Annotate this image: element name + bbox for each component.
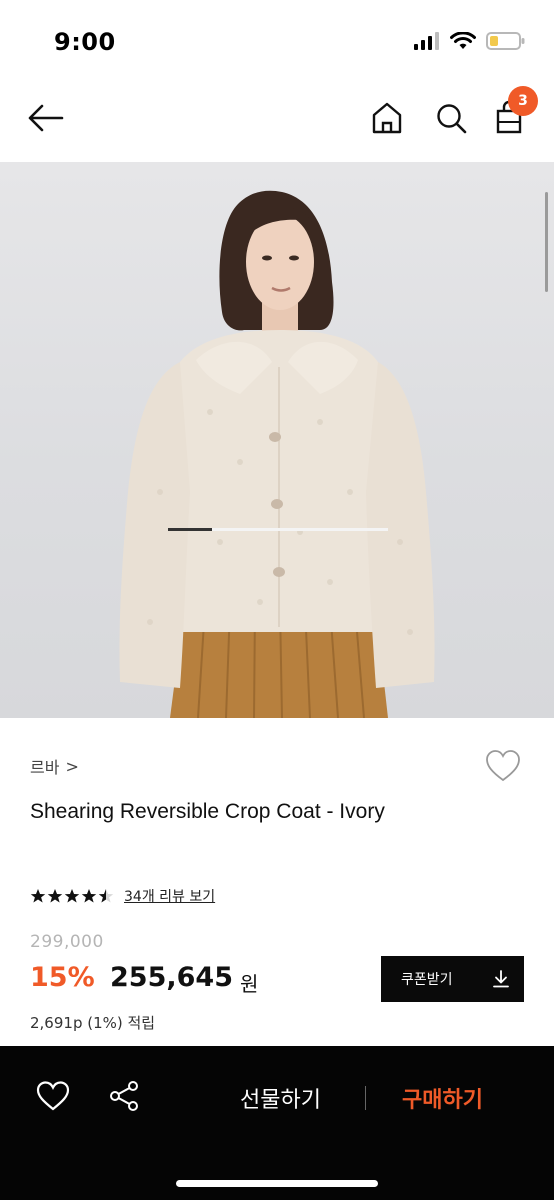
- sale-price: 255,645: [110, 962, 233, 993]
- bottom-wishlist-button[interactable]: [34, 1078, 72, 1114]
- back-button[interactable]: [24, 98, 68, 138]
- original-price: 299,000: [30, 932, 104, 952]
- product-photo: [119, 190, 435, 718]
- carousel-progress-indicator: [168, 528, 212, 531]
- coupon-download-button[interactable]: 쿠폰받기: [381, 956, 524, 1002]
- heart-icon: [36, 1081, 70, 1111]
- battery-icon: [486, 32, 525, 50]
- status-icons: [414, 31, 526, 51]
- brand-name: 르바: [30, 758, 60, 777]
- review-link[interactable]: 34개 리뷰 보기: [124, 886, 215, 906]
- heart-icon: [486, 750, 520, 782]
- status-bar: 9:00: [0, 0, 554, 80]
- product-image-carousel[interactable]: [0, 162, 554, 718]
- action-divider: [365, 1086, 366, 1110]
- bottom-action-bar: 선물하기 구매하기: [0, 1046, 554, 1200]
- cellular-signal-icon: [414, 32, 439, 50]
- brand-link[interactable]: 르바 >: [30, 754, 79, 778]
- top-nav-bar: [0, 80, 554, 162]
- rating-stars: [30, 888, 114, 904]
- status-time: 9:00: [54, 28, 116, 56]
- chevron-right-icon: >: [65, 756, 79, 776]
- home-button[interactable]: [368, 98, 406, 138]
- reward-points: 2,691p (1%) 적립: [30, 1014, 156, 1032]
- download-icon: [493, 970, 509, 988]
- home-icon: [372, 102, 402, 134]
- image-scrollbar: [545, 192, 548, 292]
- rating-row: 34개 리뷰 보기: [30, 886, 215, 906]
- cart-count-badge: 3: [508, 86, 538, 116]
- buy-button[interactable]: 구매하기: [402, 1082, 483, 1114]
- share-button[interactable]: [106, 1078, 142, 1114]
- star-icon: [98, 889, 114, 903]
- star-icon: [30, 889, 46, 903]
- home-indicator: [176, 1180, 378, 1187]
- wishlist-button[interactable]: [484, 748, 522, 784]
- arrow-left-icon: [28, 104, 64, 132]
- search-icon: [437, 104, 467, 134]
- star-icon: [81, 889, 97, 903]
- wifi-icon: [450, 31, 476, 49]
- share-icon: [110, 1081, 138, 1111]
- search-button[interactable]: [432, 98, 470, 138]
- discount-rate: 15%: [30, 962, 95, 993]
- currency-label: 원: [240, 972, 259, 996]
- star-icon: [47, 889, 63, 903]
- gift-button[interactable]: 선물하기: [240, 1082, 321, 1114]
- coupon-label: 쿠폰받기: [401, 971, 453, 987]
- star-icon: [64, 889, 80, 903]
- product-title: Shearing Reversible Crop Coat - Ivory: [30, 800, 385, 823]
